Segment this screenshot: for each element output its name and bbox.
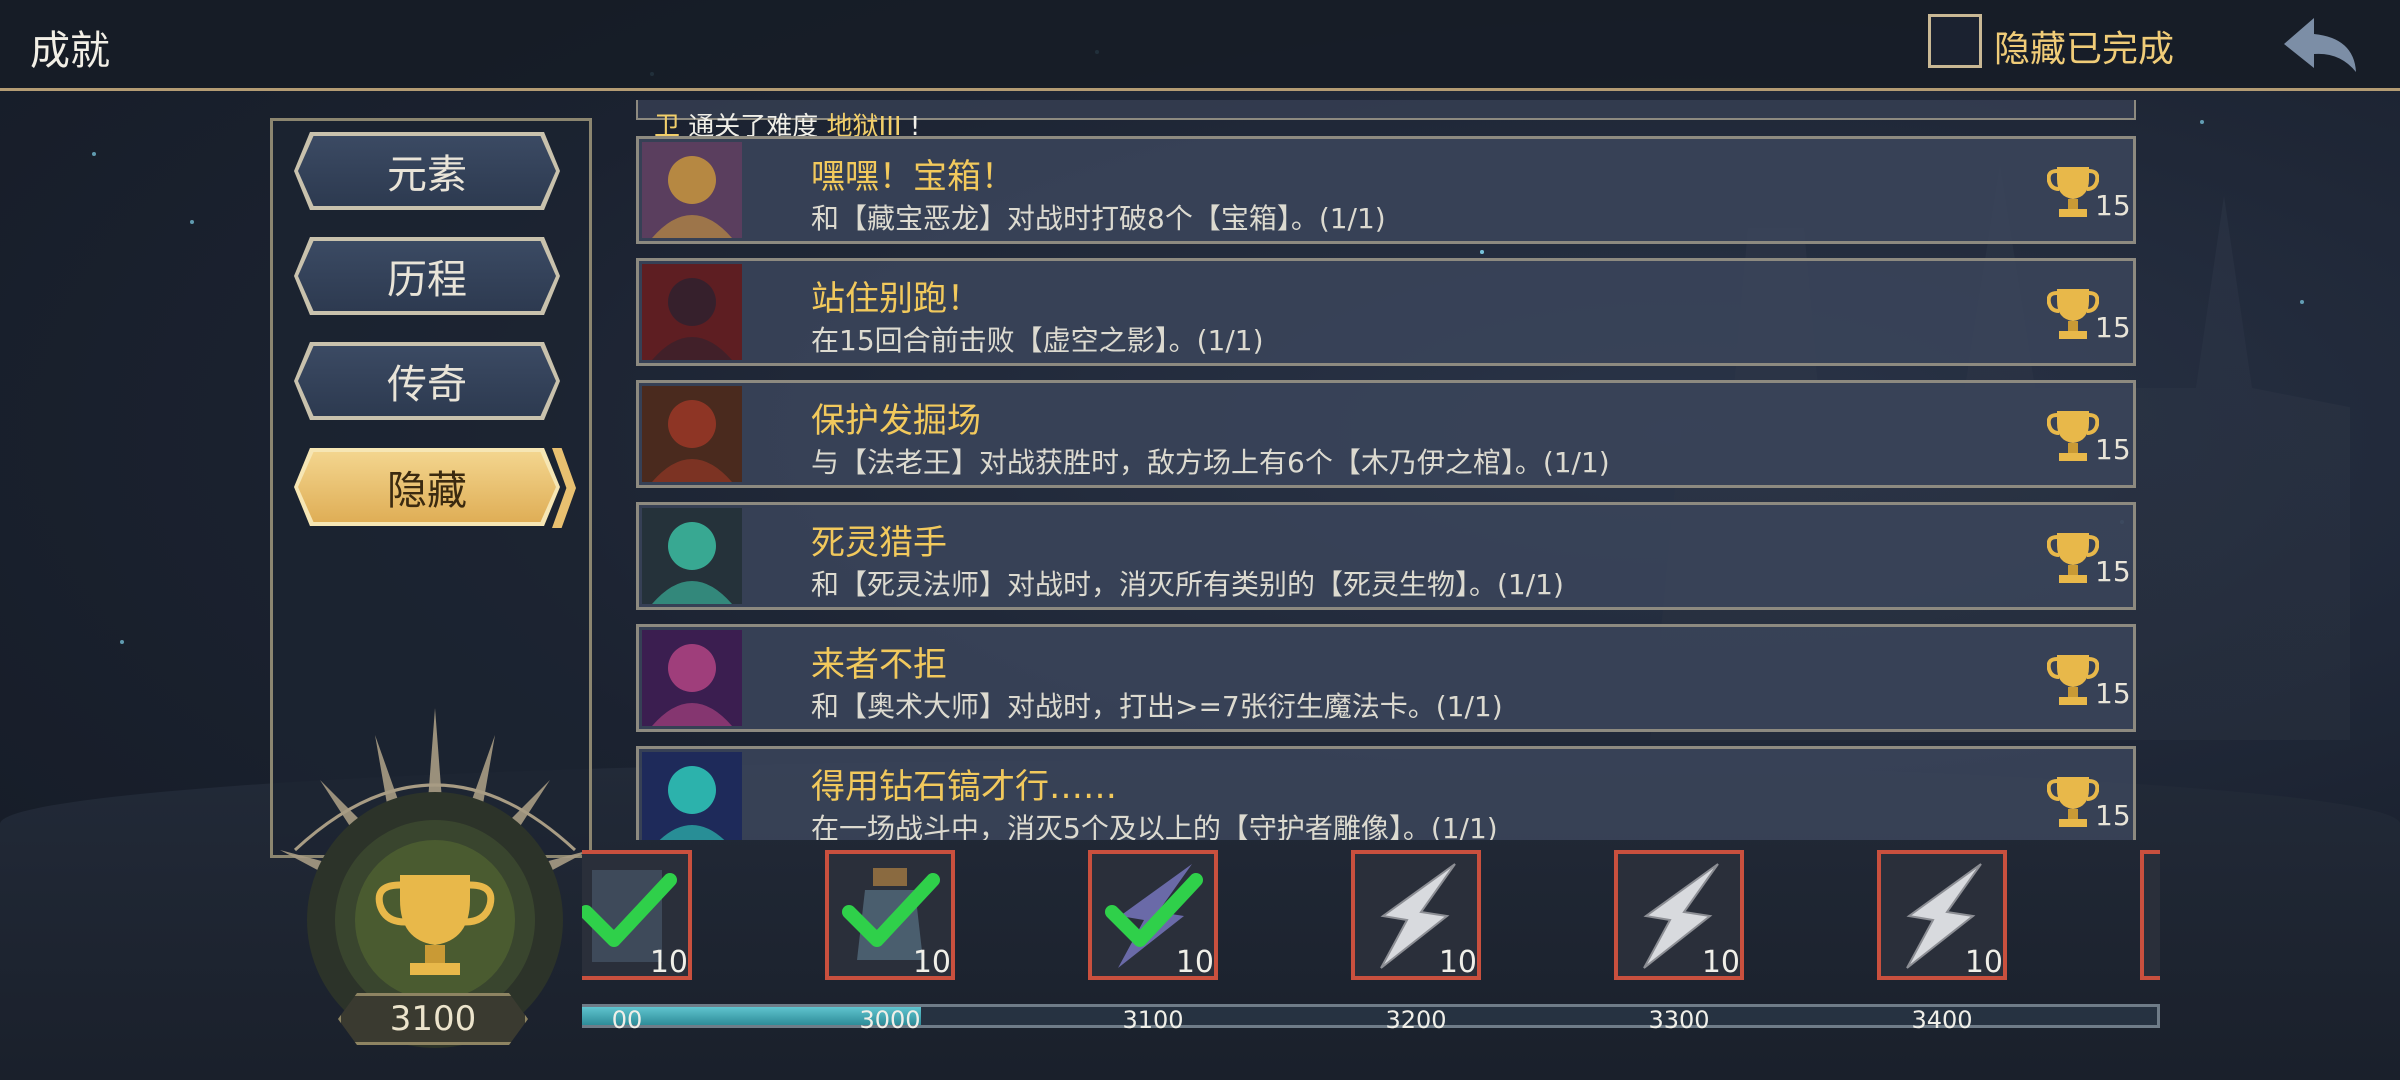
achievement-row[interactable]: 来者不拒和【奥术大师】对战时，打出>=7张衍生魔法卡。(1/1) 15 [636,624,2136,732]
achievement-title: 站住别跑！ [811,279,981,319]
achievement-row[interactable]: 保护发掘场与【法老王】对战获胜时，敌方场上有6个【木乃伊之棺】。(1/1) 15 [636,380,2136,488]
top-bar: 成就 隐藏已完成 [0,0,2400,91]
total-score-value: 3100 [389,999,477,1039]
total-score-plate: 3100 [338,993,528,1045]
milestone-reward[interactable] [2140,850,2160,980]
milestone-label: 3200 [1385,1006,1447,1034]
milestone-label: 3000 [859,1006,921,1034]
achievement-points: 15 [2095,433,2131,466]
void-shadow-portrait [642,264,742,360]
pharaoh-portrait [642,386,742,482]
achievement-description: 在一场战斗中，消灭5个及以上的【守护者雕像】。(1/1) [811,812,1498,840]
achievement-list[interactable]: 卫 通关了难度 地狱III ! 嘿嘿！宝箱！ 和【藏宝恶龙】对战时打破8个【宝箱】… [636,100,2136,840]
category-tab-journey[interactable]: 历程 [294,237,560,315]
trophy-icon [2047,777,2099,827]
milestone-label: 3400 [1911,1006,1973,1034]
milestone-count: 10 [1701,945,1740,980]
milestone-reward[interactable]: 10 [582,850,692,980]
milestone-reward[interactable]: 10 [1351,850,1481,980]
milestone-reward[interactable]: 10 [1088,850,1218,980]
milestone-count: 10 [1175,945,1214,980]
category-tab-label: 隐藏 [387,468,467,514]
achievement-title: 保护发掘场 [811,401,981,441]
arcane-master-portrait [642,630,742,726]
category-tab-hidden[interactable]: 隐藏 [294,448,560,526]
trophy-icon [2047,411,2099,461]
achievement-points: 15 [2095,677,2131,710]
hide-completed-checkbox[interactable] [1928,14,1982,68]
achievement-row[interactable]: 死灵猎手和【死灵法师】对战时，消灭所有类别的【死灵生物】。(1/1) 15 [636,502,2136,610]
milestone-count: 10 [1964,945,2003,980]
milestone-label: 35 [2140,1006,2160,1034]
achievement-points: 15 [2095,189,2131,222]
dragon-portrait [642,142,742,238]
back-arrow-icon [2284,18,2356,72]
page-title: 成就 [30,28,110,74]
trophy-icon [2047,289,2099,339]
milestone-reward[interactable]: 10 [1877,850,2007,980]
milestone-count: 10 [649,945,688,980]
category-tab-label: 元素 [387,152,467,198]
achievement-row[interactable]: 站住别跑！ 在15回合前击败【虚空之影】。(1/1) 15 [636,258,2136,366]
category-tab-legend[interactable]: 传奇 [294,342,560,420]
achievement-description: 和【奥术大师】对战时，打出>=7张衍生魔法卡。(1/1) [811,690,1503,723]
achievement-row[interactable]: 嘿嘿！宝箱！ 和【藏宝恶龙】对战时打破8个【宝箱】。(1/1) 15 [636,136,2136,244]
achievement-row[interactable]: 得用钻石镐才行…… 在一场战斗中，消灭5个及以上的【守护者雕像】。(1/1) 15 [636,746,2136,840]
milestone-reward[interactable]: 10 [825,850,955,980]
achievement-title: 得用钻石镐才行…… [811,767,1117,807]
achievement-points: 15 [2095,799,2131,832]
milestone-track[interactable]: 100010300010310010320010330010340035 [582,850,2160,1050]
achievement-title: 来者不拒 [811,645,947,685]
milestone-label: 3100 [1122,1006,1184,1034]
achievement-description: 和【藏宝恶龙】对战时打破8个【宝箱】。(1/1) [811,202,1386,235]
category-tab-label: 传奇 [387,362,467,408]
achievement-title: 嘿嘿！宝箱！ [811,157,1015,197]
achievement-points: 15 [2095,311,2131,344]
achievement-description: 与【法老王】对战获胜时，敌方场上有6个【木乃伊之棺】。(1/1) [811,446,1610,479]
back-button[interactable] [2280,14,2364,76]
trophy-icon [2047,533,2099,583]
achievement-description: 和【死灵法师】对战时，消灭所有类别的【死灵生物】。(1/1) [811,568,1564,601]
necromancer-portrait [642,508,742,604]
milestone-reward[interactable]: 10 [1614,850,1744,980]
trophy-icon [2047,167,2099,217]
achievement-description: 在15回合前击败【虚空之影】。(1/1) [811,324,1264,357]
trophy-icon [2047,655,2099,705]
silver-star-icon [2140,850,2160,980]
achievement-points: 15 [2095,555,2131,588]
milestone-label: 3300 [1648,1006,1710,1034]
milestone-count: 10 [912,945,951,980]
milestone-count: 10 [1438,945,1477,980]
milestone-label: 00 [611,1006,643,1034]
guardian-statue-portrait [642,752,742,840]
achievement-title: 死灵猎手 [811,523,947,563]
category-tab-elements[interactable]: 元素 [294,132,560,210]
category-tab-label: 历程 [387,257,467,303]
hide-completed-label[interactable]: 隐藏已完成 [1994,20,2174,72]
